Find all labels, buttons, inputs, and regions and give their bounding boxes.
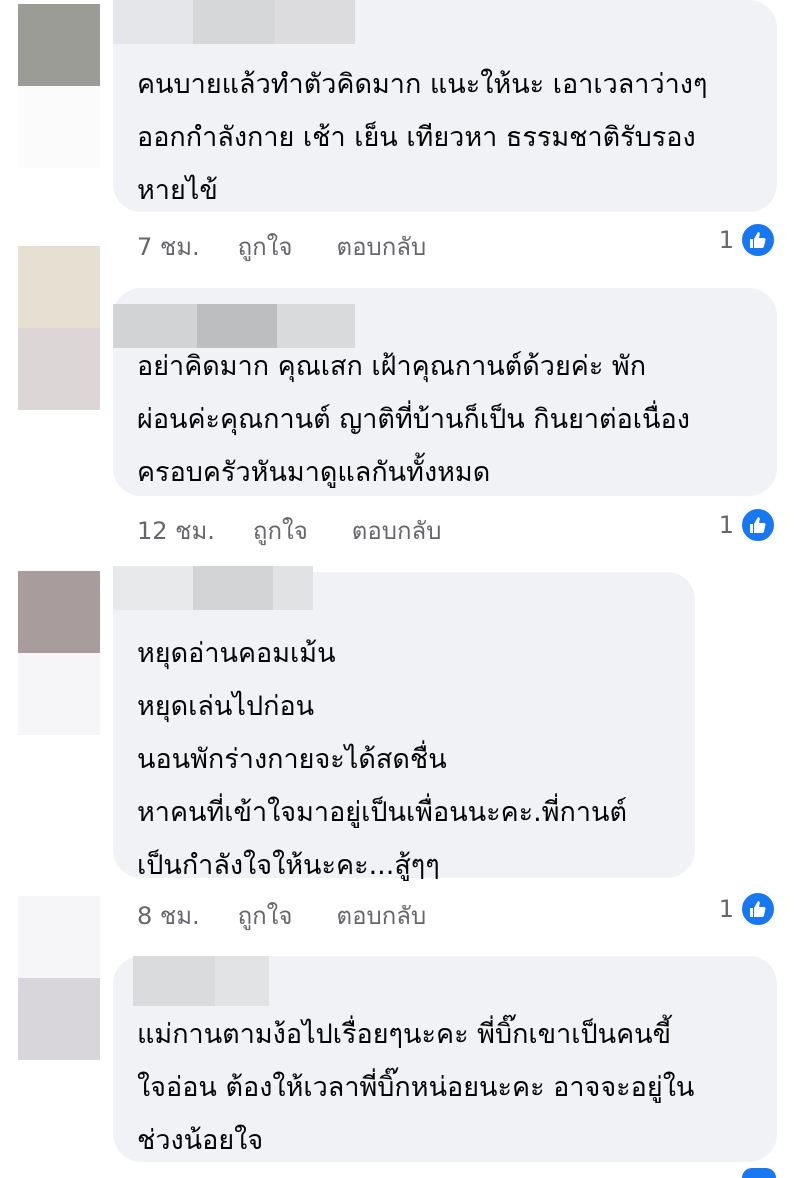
like-link[interactable]: ถูกใจ bbox=[238, 227, 293, 266]
like-icon bbox=[740, 222, 776, 258]
reaction-summary[interactable]: 1 bbox=[719, 891, 776, 927]
avatar[interactable] bbox=[18, 4, 100, 168]
commenter-name-blurred[interactable] bbox=[133, 956, 269, 1006]
reaction-count: 1 bbox=[718, 511, 734, 539]
comment-bubble: อย่าคิดมาก คุณเสก เฝ้าคุณกานต์ด้วยค่ะ พั… bbox=[113, 288, 777, 496]
commenter-name-blurred[interactable] bbox=[113, 566, 313, 610]
comment-actions: 12 ชม. ถูกใจ ตอบกลับ bbox=[137, 512, 441, 548]
comment-timestamp[interactable]: 8 ชม. bbox=[137, 896, 200, 935]
reaction-summary[interactable]: 1 bbox=[719, 222, 776, 258]
comment-text: คนบายแล้วทำตัวคิดมาก แนะให้นะ เอาเวลาว่า… bbox=[137, 69, 708, 206]
next-comment-reaction-partial bbox=[742, 1168, 776, 1178]
commenter-name-blurred[interactable] bbox=[113, 0, 355, 44]
reaction-count: 1 bbox=[718, 895, 734, 923]
comment-text: อย่าคิดมาก คุณเสก เฝ้าคุณกานต์ด้วยค่ะ พั… bbox=[137, 351, 690, 488]
reaction-count: 1 bbox=[718, 226, 734, 254]
comment-bubble: แม่กานตามง้อไปเรื่อยๆนะคะ พี่บิ๊กเขาเป็น… bbox=[113, 956, 777, 1162]
like-link[interactable]: ถูกใจ bbox=[253, 511, 308, 550]
avatar[interactable] bbox=[18, 246, 100, 410]
reply-link[interactable]: ตอบกลับ bbox=[352, 511, 442, 550]
comment-actions: 7 ชม. ถูกใจ ตอบกลับ bbox=[137, 228, 426, 264]
comment-actions: 8 ชม. ถูกใจ ตอบกลับ bbox=[137, 897, 426, 933]
like-icon bbox=[740, 891, 776, 927]
comment-bubble: คนบายแล้วทำตัวคิดมาก แนะให้นะ เอาเวลาว่า… bbox=[113, 0, 777, 212]
reply-link[interactable]: ตอบกลับ bbox=[336, 896, 426, 935]
reaction-summary[interactable]: 1 bbox=[719, 507, 776, 543]
comment-timestamp[interactable]: 12 ชม. bbox=[137, 511, 215, 550]
comment-text: แม่กานตามง้อไปเรื่อยๆนะคะ พี่บิ๊กเขาเป็น… bbox=[137, 1019, 695, 1156]
comment-text: หยุดอ่านคอมเม้น หยุดเล่นไปก่อน นอนพักร่า… bbox=[137, 638, 628, 881]
comment-bubble: หยุดอ่านคอมเม้น หยุดเล่นไปก่อน นอนพักร่า… bbox=[113, 566, 695, 881]
reply-link[interactable]: ตอบกลับ bbox=[336, 227, 426, 266]
avatar[interactable] bbox=[18, 571, 100, 735]
like-link[interactable]: ถูกใจ bbox=[238, 896, 293, 935]
like-icon bbox=[740, 507, 776, 543]
avatar[interactable] bbox=[18, 896, 100, 1060]
comment-timestamp[interactable]: 7 ชม. bbox=[137, 227, 200, 266]
